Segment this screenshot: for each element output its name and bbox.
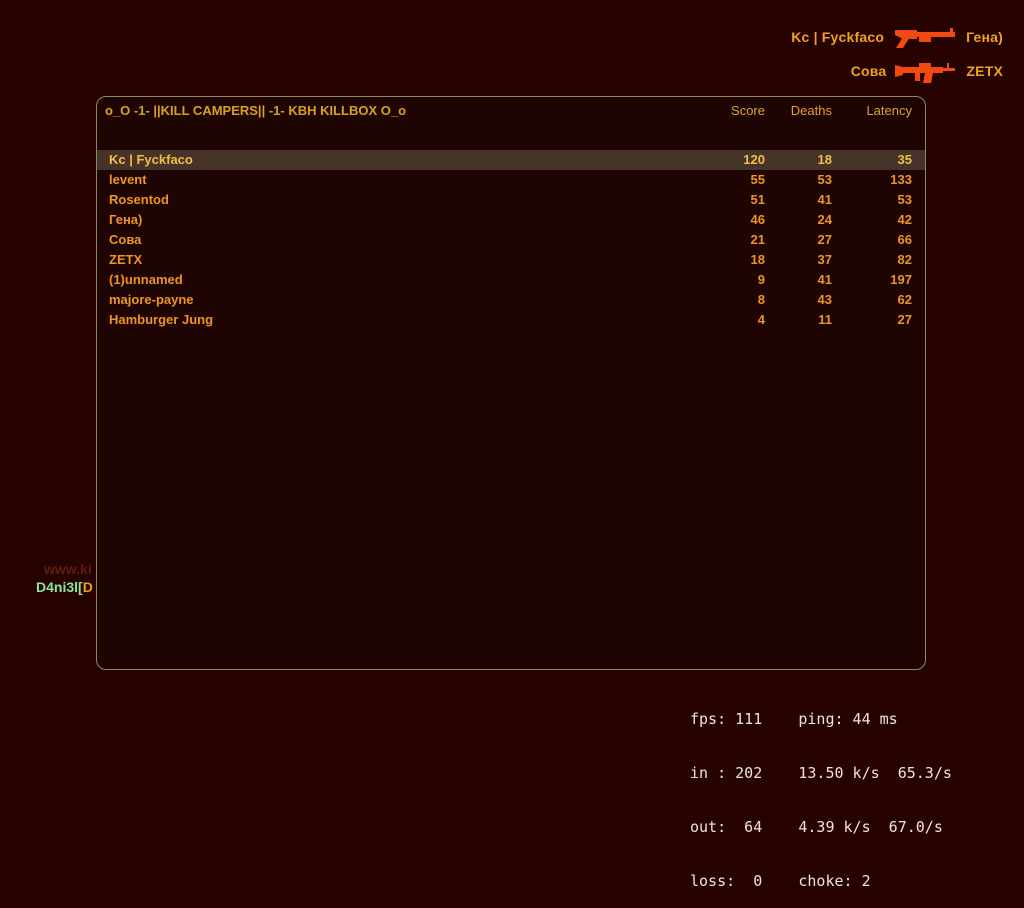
player-deaths: 41: [765, 270, 832, 290]
scoreboard-panel: o_O -1- ||KILL CAMPERS|| -1- KBH KILLBOX…: [96, 96, 926, 670]
player-name: Hamburger Jung: [109, 310, 665, 330]
net-graph-line: loss: 0 choke: 2: [690, 872, 952, 890]
player-deaths: 43: [765, 290, 832, 310]
scoreboard-row: Гена) 46 24 42: [97, 210, 925, 230]
player-latency: 53: [832, 190, 912, 210]
player-tag-orange: D: [83, 579, 93, 595]
player-score: 4: [665, 310, 765, 330]
player-name: ZETX: [109, 250, 665, 270]
rifle-icon: [895, 55, 957, 87]
player-name: majore-payne: [109, 290, 665, 310]
victim-name: Гена): [966, 29, 1003, 45]
player-deaths: 41: [765, 190, 832, 210]
shotgun-icon: [893, 22, 957, 52]
net-graph: fps: 111 ping: 44 ms in : 202 13.50 k/s …: [690, 674, 952, 908]
player-score: 18: [665, 250, 765, 270]
column-header-latency: Latency: [832, 103, 912, 150]
player-score: 9: [665, 270, 765, 290]
scoreboard-row: majore-payne 8 43 62: [97, 290, 925, 310]
net-graph-line: out: 64 4.39 k/s 67.0/s: [690, 818, 952, 836]
player-deaths: 27: [765, 230, 832, 250]
player-score: 55: [665, 170, 765, 190]
scoreboard-row: Hamburger Jung 4 11 27: [97, 310, 925, 330]
player-name: Сова: [109, 230, 665, 250]
player-latency: 42: [832, 210, 912, 230]
player-score: 46: [665, 210, 765, 230]
scoreboard-row: Kc | Fyckfaco 120 18 35: [97, 150, 925, 170]
player-score: 51: [665, 190, 765, 210]
player-name: levent: [109, 170, 665, 190]
player-name: Kc | Fyckfaco: [109, 150, 665, 170]
player-latency: 35: [832, 150, 912, 170]
player-latency: 197: [832, 270, 912, 290]
player-score: 21: [665, 230, 765, 250]
player-deaths: 18: [765, 150, 832, 170]
server-title: o_O -1- ||KILL CAMPERS|| -1- KBH KILLBOX…: [105, 103, 665, 150]
player-name: Rosentod: [109, 190, 665, 210]
column-header-score: Score: [665, 103, 765, 150]
player-latency: 82: [832, 250, 912, 270]
spray-url-text: www.ki: [44, 561, 92, 577]
player-deaths: 24: [765, 210, 832, 230]
player-deaths: 53: [765, 170, 832, 190]
player-latency: 133: [832, 170, 912, 190]
player-score: 8: [665, 290, 765, 310]
player-latency: 62: [832, 290, 912, 310]
player-latency: 66: [832, 230, 912, 250]
killer-name: Сова: [851, 63, 887, 79]
net-graph-line: fps: 111 ping: 44 ms: [690, 710, 952, 728]
scoreboard-row: Сова 21 27 66: [97, 230, 925, 250]
scoreboard-row: ZETX 18 37 82: [97, 250, 925, 270]
scoreboard-header: o_O -1- ||KILL CAMPERS|| -1- KBH KILLBOX…: [97, 97, 925, 150]
player-name: (1)unnamed: [109, 270, 665, 290]
column-header-deaths: Deaths: [765, 103, 832, 150]
player-score: 120: [665, 150, 765, 170]
scoreboard-row: (1)unnamed 9 41 197: [97, 270, 925, 290]
killer-name: Kc | Fyckfaco: [791, 29, 884, 45]
player-latency: 27: [832, 310, 912, 330]
kill-feed-entry: Сова ZETX: [851, 54, 1003, 88]
player-deaths: 37: [765, 250, 832, 270]
player-tag-green: D4ni3l[: [36, 579, 83, 595]
victim-name: ZETX: [966, 63, 1003, 79]
scoreboard-row: Rosentod 51 41 53: [97, 190, 925, 210]
net-graph-line: in : 202 13.50 k/s 65.3/s: [690, 764, 952, 782]
kill-feed-entry: Kc | Fyckfaco Гена): [791, 20, 1003, 54]
player-list: Kc | Fyckfaco 120 18 35 levent 55 53 133…: [97, 150, 925, 330]
scoreboard-row: levent 55 53 133: [97, 170, 925, 190]
player-name: Гена): [109, 210, 665, 230]
player-deaths: 11: [765, 310, 832, 330]
player-tag-text: D4ni3l[D: [36, 579, 93, 595]
